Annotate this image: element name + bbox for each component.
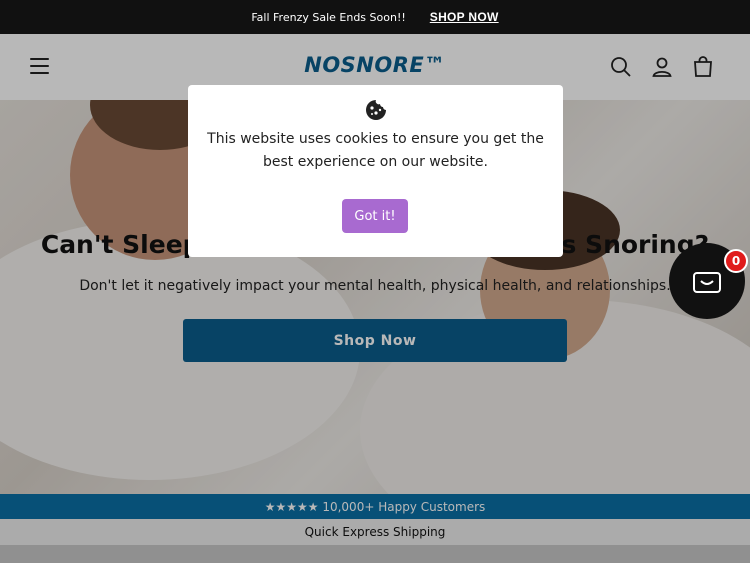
cookie-message: This website uses cookies to ensure you … — [207, 131, 544, 170]
basket-icon — [693, 272, 721, 293]
got-it-button[interactable]: Got it! — [342, 199, 408, 233]
cart-count-badge: 0 — [724, 249, 748, 273]
cookie-icon — [366, 100, 386, 120]
cookie-banner: This website uses cookies to ensure you … — [188, 85, 563, 257]
shop-now-link[interactable]: SHOP NOW — [430, 10, 499, 24]
announcement-bar: Fall Frenzy Sale Ends Soon!! SHOP NOW — [0, 0, 750, 34]
announcement-message: Fall Frenzy Sale Ends Soon!! — [251, 10, 406, 24]
